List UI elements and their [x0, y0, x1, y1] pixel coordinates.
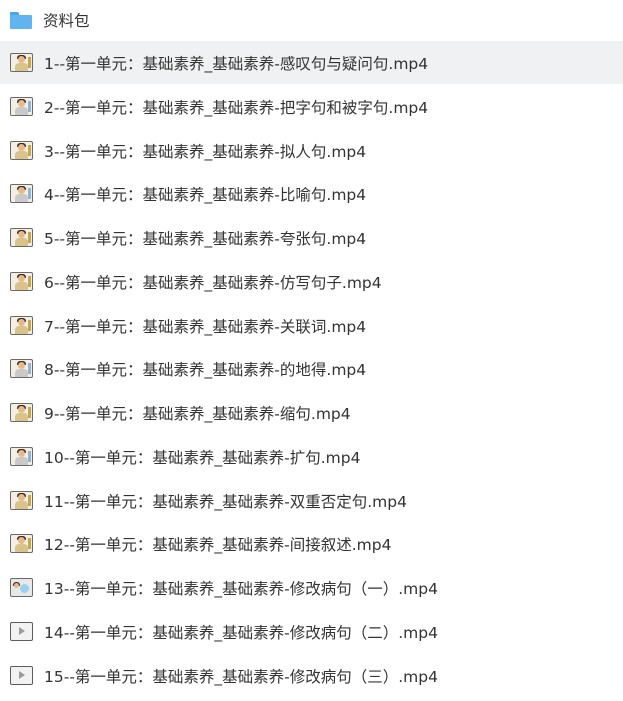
video-thumbnail-icon [10, 578, 33, 597]
file-row[interactable]: 5--第一单元：基础素养_基础素养-夸张句.mp4 [0, 216, 623, 259]
video-thumbnail-icon [10, 622, 33, 641]
file-name: 1--第一单元：基础素养_基础素养-感叹句与疑问句.mp4 [44, 54, 429, 73]
file-row[interactable]: 9--第一单元：基础素养_基础素养-缩句.mp4 [0, 391, 623, 434]
folder-name: 资料包 [43, 12, 90, 30]
file-row[interactable]: 13--第一单元：基础素养_基础素养-修改病句（一）.mp4 [0, 566, 623, 609]
file-row[interactable]: 4--第一单元：基础素养_基础素养-比喻句.mp4 [0, 172, 623, 215]
file-row[interactable]: 2--第一单元：基础素养_基础素养-把字句和被字句.mp4 [0, 85, 623, 128]
video-thumbnail-icon [10, 316, 33, 335]
file-name: 14--第一单元：基础素养_基础素养-修改病句（二）.mp4 [44, 623, 438, 642]
file-row[interactable]: 8--第一单元：基础素养_基础素养-的地得.mp4 [0, 347, 623, 390]
video-thumbnail-icon [10, 97, 33, 116]
video-thumbnail-icon [10, 666, 33, 685]
file-name: 10--第一单元：基础素养_基础素养-扩句.mp4 [44, 448, 361, 467]
file-row[interactable]: 10--第一单元：基础素养_基础素养-扩句.mp4 [0, 435, 623, 478]
file-name: 2--第一单元：基础素养_基础素养-把字句和被字句.mp4 [44, 98, 429, 117]
file-row[interactable]: 1--第一单元：基础素养_基础素养-感叹句与疑问句.mp4 [0, 41, 623, 84]
video-thumbnail-icon [10, 447, 33, 466]
video-thumbnail-icon [10, 184, 33, 203]
video-thumbnail-icon [10, 272, 33, 291]
file-name: 8--第一单元：基础素养_基础素养-的地得.mp4 [44, 360, 367, 379]
file-row[interactable]: 7--第一单元：基础素养_基础素养-关联词.mp4 [0, 304, 623, 347]
file-name: 11--第一单元：基础素养_基础素养-双重否定句.mp4 [44, 492, 407, 511]
folder-row[interactable]: 资料包 [0, 0, 623, 40]
file-name: 12--第一单元：基础素养_基础素养-间接叙述.mp4 [44, 535, 392, 554]
file-name: 9--第一单元：基础素养_基础素养-缩句.mp4 [44, 404, 351, 423]
file-name: 6--第一单元：基础素养_基础素养-仿写句子.mp4 [44, 273, 382, 292]
file-name: 13--第一单元：基础素养_基础素养-修改病句（一）.mp4 [44, 579, 438, 598]
file-row[interactable]: 14--第一单元：基础素养_基础素养-修改病句（二）.mp4 [0, 610, 623, 653]
file-row[interactable]: 15--第一单元：基础素养_基础素养-修改病句（三）.mp4 [0, 654, 623, 697]
file-name: 15--第一单元：基础素养_基础素养-修改病句（三）.mp4 [44, 667, 438, 686]
file-name: 5--第一单元：基础素养_基础素养-夸张句.mp4 [44, 229, 367, 248]
video-thumbnail-icon [10, 359, 33, 378]
file-name: 4--第一单元：基础素养_基础素养-比喻句.mp4 [44, 185, 367, 204]
video-thumbnail-icon [10, 228, 33, 247]
file-name: 7--第一单元：基础素养_基础素养-关联词.mp4 [44, 317, 367, 336]
file-list: 资料包 1--第一单元：基础素养_基础素养-感叹句与疑问句.mp4 2--第一单… [0, 0, 623, 701]
video-thumbnail-icon [10, 141, 33, 160]
video-thumbnail-icon [10, 53, 33, 72]
file-row[interactable]: 3--第一单元：基础素养_基础素养-拟人句.mp4 [0, 129, 623, 172]
file-row[interactable]: 11--第一单元：基础素养_基础素养-双重否定句.mp4 [0, 479, 623, 522]
video-thumbnail-icon [10, 403, 33, 422]
file-row[interactable]: 6--第一单元：基础素养_基础素养-仿写句子.mp4 [0, 260, 623, 303]
folder-icon [10, 11, 32, 29]
file-name: 3--第一单元：基础素养_基础素养-拟人句.mp4 [44, 142, 367, 161]
video-thumbnail-icon [10, 491, 33, 510]
file-row[interactable]: 12--第一单元：基础素养_基础素养-间接叙述.mp4 [0, 522, 623, 565]
video-thumbnail-icon [10, 534, 33, 553]
